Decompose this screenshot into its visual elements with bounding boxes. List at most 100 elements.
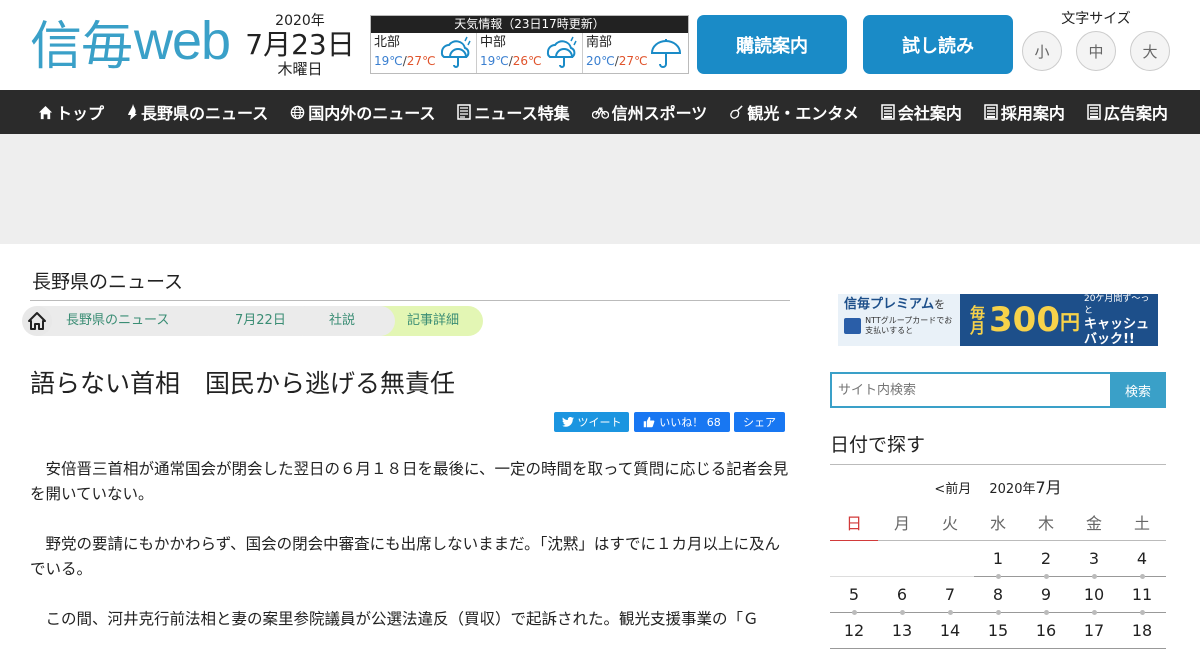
temp-low: 19℃: [374, 54, 403, 68]
nav-item-advertising[interactable]: 広告案内: [1087, 100, 1168, 124]
banner-cashback: キャッシュバック!!: [1083, 317, 1149, 346]
nav-item-world-news[interactable]: 国内外のニュース: [290, 100, 435, 124]
premium-banner-ad[interactable]: 信毎プレミアムを NTTグループカードでお支払いすると 毎月 300 円 20ケ…: [838, 294, 1158, 346]
weather-widget[interactable]: 天気情報（23日17時更新） 北部 19℃/27℃ 中部 19℃/26℃ 南部 …: [370, 15, 689, 74]
temp-low: 20℃: [586, 54, 615, 68]
nav-item-tourism[interactable]: 観光・エンタメ: [729, 100, 859, 124]
calendar-day[interactable]: 2: [1022, 540, 1070, 579]
calendar-day[interactable]: 15: [974, 612, 1022, 649]
calendar-day-number: 18: [1131, 620, 1153, 640]
calendar-day[interactable]: 9: [1022, 576, 1070, 615]
breadcrumb: 長野県のニュース 7月22日 社説 記事詳細: [22, 306, 483, 336]
weekday-friday: 金: [1070, 504, 1118, 541]
site-logo[interactable]: 信毎 web: [30, 8, 231, 77]
tweet-label: ツイート: [577, 416, 622, 429]
nav-item-recruit[interactable]: 採用案内: [984, 100, 1065, 124]
calendar-day[interactable]: 17: [1070, 612, 1118, 649]
banner-monthly: 毎月: [968, 305, 986, 335]
weather-south: 南部 20℃/27℃: [583, 33, 688, 73]
calendar-day[interactable]: 3: [1070, 540, 1118, 579]
calendar-week: 1 2 3 4: [830, 540, 1166, 579]
calendar-day[interactable]: 1: [974, 540, 1022, 579]
umbrella-icon: [650, 39, 682, 68]
trial-read-button[interactable]: 試し読み: [863, 15, 1013, 74]
calendar-day-number: 10: [1083, 584, 1105, 604]
calendar-day[interactable]: 16: [1022, 612, 1070, 649]
banner-duration: 20ケ月間ず〜っと: [1083, 294, 1150, 316]
article-headline: 語らない首相 国民から逃げる無責任: [30, 369, 456, 398]
date-weekday: 木曜日: [277, 60, 323, 78]
calendar-day[interactable]: 12: [830, 612, 878, 649]
weekday-sunday: 日: [830, 504, 878, 541]
calendar-day[interactable]: 6: [878, 576, 926, 615]
calendar-day[interactable]: 13: [878, 612, 926, 649]
nav-label: 観光・エンタメ: [747, 104, 859, 123]
calendar-day-number: 1: [992, 548, 1004, 568]
logo-web: web: [134, 11, 231, 71]
weekday-tuesday: 火: [926, 504, 974, 541]
nav-label: 信州スポーツ: [611, 104, 708, 123]
calendar-day[interactable]: 4: [1118, 540, 1166, 579]
main-nav: トップ 長野県のニュース 国内外のニュース ニュース特集 信州スポーツ 観光・エ…: [0, 90, 1200, 134]
current-date: 2020年 7月23日 木曜日: [244, 12, 356, 78]
font-size-control: 文字サイズ 小 中 大: [1022, 10, 1170, 71]
calendar-day[interactable]: 10: [1070, 576, 1118, 615]
tweet-button[interactable]: ツイート: [554, 412, 629, 432]
banner-amount: 300: [989, 300, 1060, 340]
facebook-like-button[interactable]: いいね！ 68: [634, 412, 730, 432]
section-title: 長野県のニュース: [32, 271, 184, 293]
calendar-day-number: 13: [891, 620, 913, 640]
nav-label: ニュース特集: [474, 104, 570, 123]
banner-card-text: NTTグループカードでお支払いすると: [865, 316, 953, 335]
document-icon: [984, 104, 998, 120]
bicycle-icon: [591, 107, 609, 119]
calendar-header: <前月 2020年7月: [830, 474, 1166, 498]
nav-label: 採用案内: [1000, 104, 1065, 123]
font-size-medium-button[interactable]: 中: [1076, 31, 1116, 71]
calendar-day[interactable]: 14: [926, 612, 974, 649]
font-size-small-button[interactable]: 小: [1022, 31, 1062, 71]
calendar-day[interactable]: 11: [1118, 576, 1166, 615]
site-header: 信毎 web 2020年 7月23日 木曜日 天気情報（23日17時更新） 北部…: [0, 0, 1200, 90]
nav-item-sports[interactable]: 信州スポーツ: [591, 100, 708, 124]
facebook-share-button[interactable]: シェア: [734, 412, 785, 432]
breadcrumb-current: 記事詳細: [381, 306, 483, 336]
calendar-month: 7月: [1035, 478, 1062, 497]
breadcrumb-item[interactable]: 7月22日: [209, 306, 317, 336]
banner-brand: 信毎プレミアム: [844, 297, 935, 312]
document-icon: [881, 104, 895, 120]
home-icon: [28, 312, 46, 330]
calendar-prev-month[interactable]: <前月: [934, 482, 971, 497]
search-button[interactable]: 検索: [1110, 372, 1166, 408]
twitter-icon: [561, 417, 574, 427]
banner-particle: を: [934, 298, 946, 311]
subscribe-button[interactable]: 購読案内: [697, 15, 847, 74]
credit-card-icon: [844, 318, 862, 334]
article-paragraph: この間、河井克行前法相と妻の案里参院議員が公選法違反（買収）で起訴された。観光支…: [30, 610, 759, 628]
calendar-day[interactable]: 5: [830, 576, 878, 615]
search-input[interactable]: [830, 372, 1110, 408]
nav-item-features[interactable]: ニュース特集: [457, 100, 570, 124]
calendar-day[interactable]: 8: [974, 576, 1022, 615]
temp-high: 27℃: [406, 54, 436, 68]
nav-item-company[interactable]: 会社案内: [881, 100, 962, 124]
breadcrumb-item[interactable]: 長野県のニュース: [38, 306, 223, 336]
calendar-day-number: 4: [1136, 548, 1148, 568]
font-size-large-button[interactable]: 大: [1130, 31, 1170, 71]
guitar-icon: [730, 104, 743, 119]
calendar-day-number: 3: [1088, 548, 1100, 568]
logo-kanji: 信毎: [30, 16, 133, 77]
calendar-day-number: 7: [944, 584, 956, 604]
breadcrumb-home[interactable]: [22, 306, 52, 336]
article-paragraph: 野党の要請にもかかわらず、国会の閉会中審査にも出席しないままだ。「沈黙」はすでに…: [30, 535, 781, 578]
globe-icon: [290, 105, 305, 119]
calendar-day[interactable]: 18: [1118, 612, 1166, 649]
weekday-monday: 月: [878, 504, 926, 541]
like-label: いいね！ 68: [659, 416, 721, 429]
calendar-empty-cell: [878, 540, 926, 577]
weather-central: 中部 19℃/26℃: [477, 33, 583, 73]
nav-item-top[interactable]: トップ: [38, 100, 104, 124]
calendar-day[interactable]: 7: [926, 576, 974, 615]
calendar-day-number: 8: [992, 584, 1004, 604]
nav-item-nagano-news[interactable]: 長野県のニュース: [126, 100, 268, 124]
